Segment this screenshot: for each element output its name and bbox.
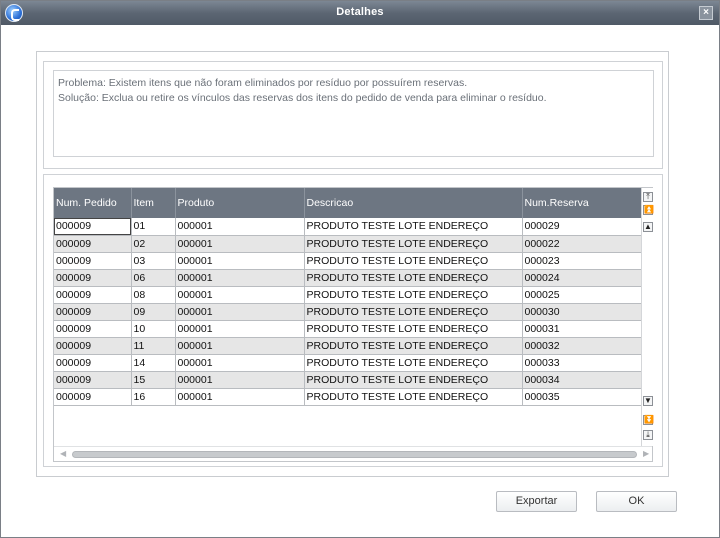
table-cell[interactable]: 000031	[522, 320, 642, 338]
table-cell[interactable]: 000001	[175, 286, 305, 304]
table-cell[interactable]: 000001	[175, 337, 305, 355]
scroll-left-icon[interactable]: ◀	[60, 449, 66, 458]
table-header-row: Num. Pedido Item Produto Descricao Num.R…	[54, 188, 642, 218]
table-cell[interactable]: 000025	[522, 286, 642, 304]
table-cell[interactable]: 000001	[175, 218, 305, 236]
table-row[interactable]: 000009 02 000001 PRODUTO TESTE LOTE ENDEREÇ…	[54, 235, 642, 253]
table-cell[interactable]: 000024	[522, 269, 642, 287]
scroll-bottom-icon[interactable]: ⤓	[643, 430, 653, 440]
table-cell[interactable]: 000001	[175, 354, 305, 372]
problem-text: Problema: Existem itens que não foram el…	[58, 77, 468, 89]
table-cell[interactable]: 000032	[522, 337, 642, 355]
table-cell[interactable]: 000001	[175, 388, 305, 406]
table-row[interactable]: 000009 11 000001 PRODUTO TESTE LOTE ENDEREÇ…	[54, 337, 642, 355]
table-cell[interactable]: 000001	[175, 371, 305, 389]
vertical-scrollbar[interactable]: ⤒ ⏫ ▲ ▼ ⏬ ⤓	[641, 188, 654, 446]
table-cell[interactable]: 000030	[522, 303, 642, 321]
table-cell[interactable]: 000009	[54, 320, 132, 338]
table-cell[interactable]: 14	[131, 354, 176, 372]
horizontal-scrollbar[interactable]: ◀ ▶	[54, 446, 652, 461]
table-cell[interactable]: 000001	[175, 235, 305, 253]
table-cell[interactable]: 10	[131, 320, 176, 338]
column-header-item[interactable]: Item	[131, 188, 176, 218]
table-cell[interactable]: PRODUTO TESTE LOTE ENDEREÇO	[304, 286, 523, 304]
table-cell[interactable]: 000009	[54, 252, 132, 270]
table-cell[interactable]: 000034	[522, 371, 642, 389]
table-row[interactable]: 000009 06 000001 PRODUTO TESTE LOTE ENDEREÇ…	[54, 269, 642, 287]
table-cell[interactable]: 000009	[54, 286, 132, 304]
scroll-top-icon[interactable]: ⤒	[643, 192, 653, 202]
table-cell[interactable]: 15	[131, 371, 176, 389]
scroll-right-icon[interactable]: ▶	[643, 449, 649, 458]
table-row[interactable]: 000009 15 000001 PRODUTO TESTE LOTE ENDEREÇ…	[54, 371, 642, 389]
table-cell[interactable]: PRODUTO TESTE LOTE ENDEREÇO	[304, 337, 523, 355]
table-cell[interactable]: 02	[131, 235, 176, 253]
table-cell[interactable]: PRODUTO TESTE LOTE ENDEREÇO	[304, 269, 523, 287]
table-cell[interactable]: 000022	[522, 235, 642, 253]
table-cell[interactable]: 000009	[54, 388, 132, 406]
table-row[interactable]: 000009 09 000001 PRODUTO TESTE LOTE ENDEREÇ…	[54, 303, 642, 321]
table-cell[interactable]: 000033	[522, 354, 642, 372]
table-cell[interactable]: 000009	[54, 371, 132, 389]
table-cell[interactable]: 000009	[54, 303, 132, 321]
table-cell[interactable]: 16	[131, 388, 176, 406]
close-button[interactable]: ×	[699, 6, 713, 20]
table-cell[interactable]: 000009	[54, 337, 132, 355]
table-cell[interactable]: 11	[131, 337, 176, 355]
line-down-icon[interactable]: ▼	[643, 396, 653, 406]
table-row[interactable]: 000009 08 000001 PRODUTO TESTE LOTE ENDEREÇ…	[54, 286, 642, 304]
reservations-table: Num. Pedido Item Produto Descricao Num.R…	[54, 188, 642, 406]
table-cell[interactable]: 08	[131, 286, 176, 304]
horizontal-scroll-thumb[interactable]	[72, 451, 637, 458]
table-row[interactable]: 000009 10 000001 PRODUTO TESTE LOTE ENDEREÇ…	[54, 320, 642, 338]
table-cell[interactable]: PRODUTO TESTE LOTE ENDEREÇO	[304, 235, 523, 253]
column-header-descricao[interactable]: Descricao	[304, 188, 523, 218]
column-header-produto[interactable]: Produto	[175, 188, 305, 218]
solution-text: Solução: Exclua ou retire os vínculos da…	[58, 92, 547, 104]
table-row[interactable]: 000009 16 000001 PRODUTO TESTE LOTE ENDEREÇ…	[54, 388, 642, 406]
ok-button[interactable]: OK	[596, 491, 677, 512]
table-row[interactable]: 000009 01 000001 PRODUTO TESTE LOTE ENDEREÇ…	[54, 218, 642, 236]
column-header-num-pedido[interactable]: Num. Pedido	[54, 188, 132, 218]
page-up-icon[interactable]: ⏫	[643, 205, 654, 215]
title-bar[interactable]: Detalhes ×	[1, 1, 719, 25]
table-row[interactable]: 000009 03 000001 PRODUTO TESTE LOTE ENDEREÇ…	[54, 252, 642, 270]
table-cell[interactable]: 000001	[175, 269, 305, 287]
table-cell[interactable]: 01	[131, 218, 176, 236]
column-header-num-reserva[interactable]: Num.Reserva	[522, 188, 642, 218]
table-cell[interactable]: PRODUTO TESTE LOTE ENDEREÇO	[304, 252, 523, 270]
table-cell[interactable]: PRODUTO TESTE LOTE ENDEREÇO	[304, 354, 523, 372]
table-cell[interactable]: 000009	[54, 235, 132, 253]
table-cell[interactable]: 06	[131, 269, 176, 287]
table-cell[interactable]: PRODUTO TESTE LOTE ENDEREÇO	[304, 218, 523, 236]
table-cell[interactable]: 000009	[54, 269, 132, 287]
table-cell[interactable]: 000001	[175, 252, 305, 270]
table-cell[interactable]: 000009	[54, 354, 132, 372]
table-cell[interactable]: 000035	[522, 388, 642, 406]
table-cell[interactable]: 000009	[54, 218, 132, 236]
message-box[interactable]: Problema: Existem itens que não foram el…	[53, 70, 654, 157]
table-cell[interactable]: PRODUTO TESTE LOTE ENDEREÇO	[304, 388, 523, 406]
details-dialog: Detalhes × Problema: Existem itens que n…	[0, 0, 720, 538]
table-cell[interactable]: 000029	[522, 218, 642, 236]
table-cell[interactable]: 000001	[175, 320, 305, 338]
table-cell[interactable]: 03	[131, 252, 176, 270]
table-cell[interactable]: 000023	[522, 252, 642, 270]
table-cell[interactable]: 09	[131, 303, 176, 321]
table-cell[interactable]: PRODUTO TESTE LOTE ENDEREÇO	[304, 371, 523, 389]
reservations-grid[interactable]: Num. Pedido Item Produto Descricao Num.R…	[53, 187, 654, 462]
table-cell[interactable]: PRODUTO TESTE LOTE ENDEREÇO	[304, 303, 523, 321]
line-up-icon[interactable]: ▲	[643, 222, 653, 232]
page-down-icon[interactable]: ⏬	[643, 415, 654, 425]
table-cell[interactable]: PRODUTO TESTE LOTE ENDEREÇO	[304, 320, 523, 338]
export-button[interactable]: Exportar	[496, 491, 577, 512]
window-title: Detalhes	[336, 6, 384, 18]
table-cell[interactable]: 000001	[175, 303, 305, 321]
table-row[interactable]: 000009 14 000001 PRODUTO TESTE LOTE ENDEREÇ…	[54, 354, 642, 372]
